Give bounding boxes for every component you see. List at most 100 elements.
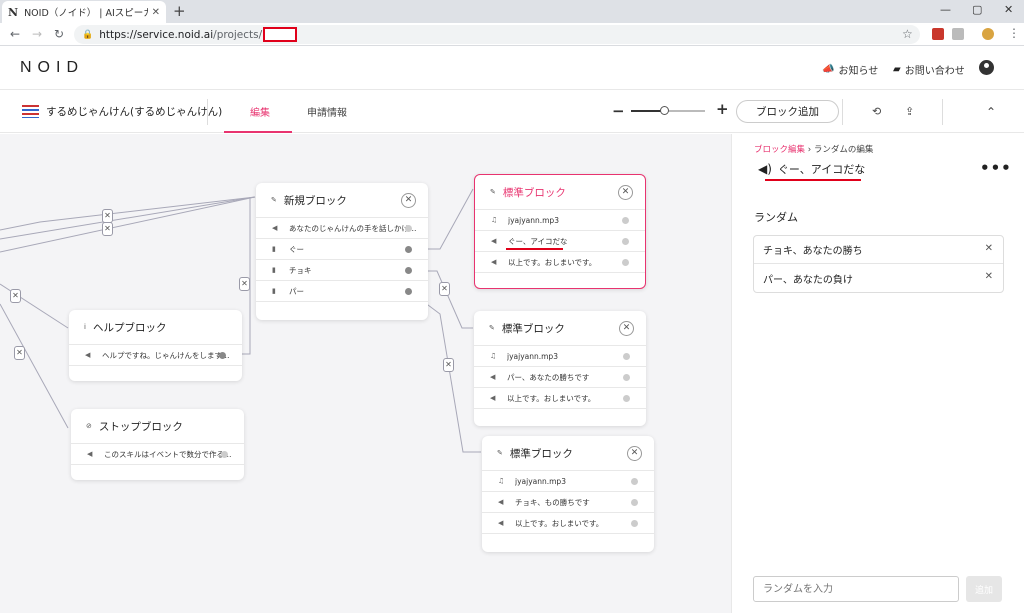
output-port[interactable] bbox=[631, 520, 638, 527]
new-tab-icon[interactable]: + bbox=[173, 2, 186, 20]
close-icon[interactable]: ✕ bbox=[401, 193, 416, 208]
breadcrumb-current: ランダムの編集 bbox=[813, 145, 874, 155]
output-port[interactable] bbox=[631, 478, 638, 485]
lock-icon: 🔒 bbox=[82, 29, 94, 40]
disconnect-icon[interactable]: ✕ bbox=[102, 209, 113, 223]
standard-block[interactable]: ✎ 標準ブロック ✕ ♫ jyajyann.mp3 ◀ チョキ、もの勝ちです ◀ 以上… bbox=[482, 436, 654, 552]
output-port[interactable] bbox=[405, 225, 412, 232]
block-row[interactable]: ◀ ヘルプですね。じゃんけんをします… bbox=[69, 345, 242, 366]
refresh-icon[interactable]: ⟲ bbox=[872, 105, 881, 118]
tab-close-icon[interactable]: ✕ bbox=[152, 7, 160, 18]
list-item[interactable]: チョキ、あなたの勝ち ✕ bbox=[754, 236, 1003, 264]
connector bbox=[0, 196, 256, 253]
block-row[interactable]: ◀ 以上です。おしまいです。 bbox=[475, 252, 645, 273]
zoom-slider-knob[interactable] bbox=[660, 106, 670, 115]
disconnect-icon[interactable]: ✕ bbox=[443, 358, 454, 372]
output-port[interactable] bbox=[622, 217, 629, 224]
disconnect-icon[interactable]: ✕ bbox=[239, 277, 250, 291]
upload-icon[interactable]: ⇪ bbox=[905, 105, 914, 118]
standard-block-selected[interactable]: ✎ 標準ブロック ✕ ♫ jyajyann.mp3 ◀ ぐー、アイコだな ◀ 以上です… bbox=[474, 174, 646, 289]
close-icon[interactable]: ✕ bbox=[618, 185, 633, 200]
divider bbox=[942, 99, 943, 125]
disconnect-icon[interactable]: ✕ bbox=[10, 289, 21, 303]
random-input[interactable] bbox=[753, 576, 959, 602]
block-header[interactable]: ✎ 標準ブロック ✕ bbox=[482, 436, 654, 471]
disconnect-icon[interactable]: ✕ bbox=[439, 282, 450, 296]
add-block-button[interactable]: ブロック追加 bbox=[736, 100, 839, 123]
block-row[interactable]: ◀ チョキ、もの勝ちです bbox=[482, 492, 654, 513]
block-title: 標準ブロック bbox=[501, 322, 565, 335]
new-block[interactable]: ✎ 新規ブロック ✕ ◀ あなたのじゃんけんの手を話しかけ… ▮ ぐー ▮ チョキ ▮… bbox=[256, 183, 428, 320]
output-port[interactable] bbox=[221, 451, 228, 458]
breadcrumb-parent[interactable]: ブロック編集 bbox=[754, 145, 805, 155]
tab-application-info[interactable]: 申請情報 bbox=[307, 104, 347, 119]
output-port[interactable] bbox=[623, 353, 630, 360]
bookmark-star-icon[interactable]: ☆ bbox=[902, 27, 913, 41]
tab-edit[interactable]: 編集 bbox=[250, 104, 270, 119]
output-port[interactable] bbox=[631, 499, 638, 506]
minimize-icon[interactable]: — bbox=[940, 3, 951, 16]
window-close-icon[interactable]: ✕ bbox=[1004, 3, 1013, 16]
output-port[interactable] bbox=[219, 352, 226, 359]
block-header[interactable]: ✎ 標準ブロック ✕ bbox=[474, 311, 646, 346]
noid-logo[interactable]: NOID bbox=[20, 59, 84, 77]
output-port[interactable] bbox=[405, 288, 412, 295]
list-item[interactable]: パー、あなたの負け ✕ bbox=[754, 264, 1003, 292]
standard-block[interactable]: ✎ 標準ブロック ✕ ♫ jyajyann.mp3 ◀ パー、あなたの勝ちです ◀ 以… bbox=[474, 311, 646, 426]
close-icon[interactable]: ✕ bbox=[619, 321, 634, 336]
help-block[interactable]: i ヘルプブロック ◀ ヘルプですね。じゃんけんをします… bbox=[69, 310, 242, 381]
block-row[interactable]: ◀ ぐー、アイコだな bbox=[475, 231, 645, 252]
output-port[interactable] bbox=[622, 238, 629, 245]
browser-menu-icon[interactable]: ⋮ bbox=[1008, 26, 1020, 40]
zoom-slider[interactable] bbox=[631, 106, 705, 115]
reload-icon[interactable]: ↻ bbox=[54, 27, 64, 41]
output-port[interactable] bbox=[623, 395, 630, 402]
back-icon[interactable]: ← bbox=[10, 27, 20, 41]
add-button[interactable]: 追加 bbox=[966, 576, 1002, 602]
block-row[interactable]: ◀ 以上です。おしまいです。 bbox=[474, 388, 646, 409]
block-header[interactable]: i ヘルプブロック bbox=[69, 310, 242, 345]
more-options-icon[interactable]: ••• bbox=[980, 159, 1012, 177]
block-row[interactable]: ◀ パー、あなたの勝ちです bbox=[474, 367, 646, 388]
extension-chat-icon[interactable] bbox=[952, 28, 964, 40]
block-row[interactable]: ▮ チョキ bbox=[256, 260, 428, 281]
pencil-icon: ✎ bbox=[497, 449, 503, 457]
zoom-out-icon[interactable]: − bbox=[612, 102, 625, 120]
block-row[interactable]: ♫ jyajyann.mp3 bbox=[474, 346, 646, 367]
block-header[interactable]: ✎ 標準ブロック ✕ bbox=[475, 175, 645, 210]
block-row[interactable]: ▮ パー bbox=[256, 281, 428, 302]
block-header[interactable]: ⊘ ストップブロック bbox=[71, 409, 244, 444]
user-account-icon[interactable] bbox=[979, 60, 994, 75]
contact-link[interactable]: ▰ お問い合わせ bbox=[893, 62, 965, 77]
news-link[interactable]: 📣 お知らせ bbox=[822, 62, 878, 77]
block-row[interactable]: ◀ 以上です。おしまいです。 bbox=[482, 513, 654, 534]
block-row[interactable]: ▮ ぐー bbox=[256, 239, 428, 260]
block-row[interactable]: ◀ あなたのじゃんけんの手を話しかけ… bbox=[256, 218, 428, 239]
block-row[interactable]: ◀ このスキルはイベントで数分で作る… bbox=[71, 444, 244, 465]
forward-icon[interactable]: → bbox=[32, 27, 42, 41]
stop-block[interactable]: ⊘ ストップブロック ◀ このスキルはイベントで数分で作る… bbox=[71, 409, 244, 480]
block-title: ストップブロック bbox=[98, 420, 183, 433]
profile-avatar-icon[interactable] bbox=[982, 28, 994, 40]
output-port[interactable] bbox=[405, 246, 412, 253]
speaker-icon: ◀ bbox=[85, 351, 91, 359]
delete-icon[interactable]: ✕ bbox=[985, 243, 993, 254]
block-row[interactable]: ♫ jyajyann.mp3 bbox=[482, 471, 654, 492]
output-port[interactable] bbox=[622, 259, 629, 266]
output-port[interactable] bbox=[405, 267, 412, 274]
close-icon[interactable]: ✕ bbox=[627, 446, 642, 461]
disconnect-icon[interactable]: ✕ bbox=[102, 222, 113, 236]
url-bar[interactable]: 🔒 https://service.noid.ai/projects/ bbox=[74, 25, 920, 44]
disconnect-icon[interactable]: ✕ bbox=[14, 346, 25, 360]
block-row[interactable]: ♫ jyajyann.mp3 bbox=[475, 210, 645, 231]
extension-pdf-icon[interactable] bbox=[932, 28, 944, 40]
block-header[interactable]: ✎ 新規ブロック ✕ bbox=[256, 183, 428, 218]
output-port[interactable] bbox=[623, 374, 630, 381]
block-canvas[interactable]: ✕ ✕ ✕ ✕ ✕ ✕ ✕ ✎ 新規ブロック ✕ ◀ あなたのじゃんけんの手を話し… bbox=[0, 134, 731, 613]
collapse-chevron-icon[interactable]: ⌃ bbox=[986, 105, 996, 119]
browser-tab[interactable]: N NOID（ノイド） | AIスピーカースキル ✕ bbox=[2, 1, 166, 23]
zoom-in-icon[interactable]: + bbox=[716, 100, 729, 118]
row-text: チョキ、もの勝ちです bbox=[515, 497, 590, 507]
delete-icon[interactable]: ✕ bbox=[985, 271, 993, 282]
maximize-icon[interactable]: ▢ bbox=[972, 3, 982, 16]
